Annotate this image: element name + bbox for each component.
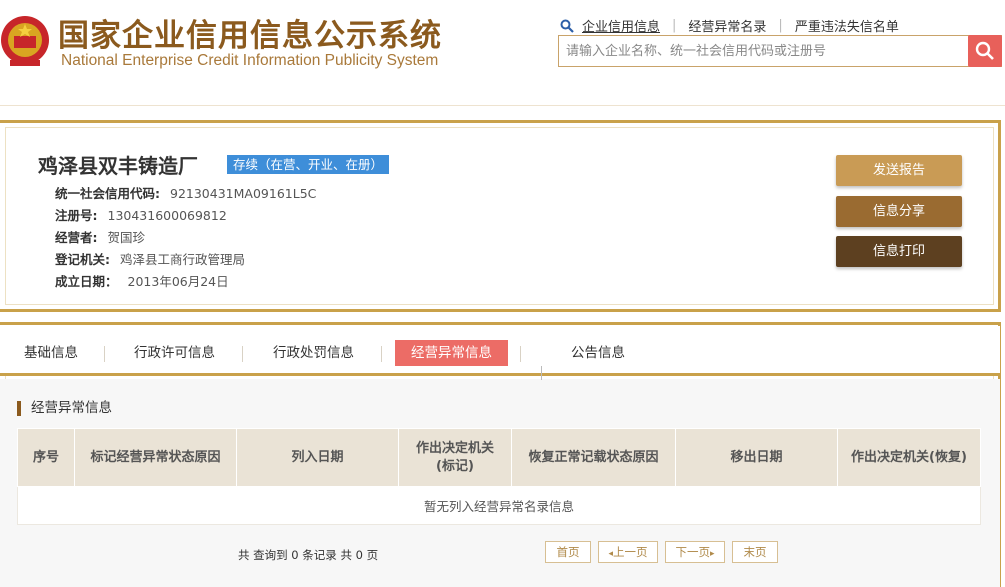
column-header-text: 作出决定机关(标记)	[415, 440, 494, 474]
section-title: 经营异常信息	[17, 401, 112, 416]
tab-announcement[interactable]: 公告信息	[571, 340, 625, 366]
share-info-button[interactable]: 信息分享	[836, 196, 962, 227]
last-page-button[interactable]: 末页	[732, 541, 778, 563]
site-title-cn: 国家企业信用信息公示系统	[58, 18, 442, 54]
info-value: 鸡泽县工商行政管理局	[120, 252, 246, 267]
search-type-links: 企业信用信息 | 经营异常名录 | 严重违法失信名单	[560, 16, 899, 35]
info-label: 经营者:	[55, 230, 98, 245]
table-header-row: 序号 标记经营异常状态原因 列入日期 作出决定机关(标记) 恢复正常记载状态原因…	[17, 428, 981, 487]
search-input[interactable]	[559, 36, 969, 66]
tab-separator	[242, 346, 243, 362]
info-label: 注册号:	[55, 208, 98, 223]
search-icon	[975, 41, 994, 60]
info-value: 贺国珍	[107, 230, 146, 245]
info-registration-authority: 登记机关: 鸡泽县工商行政管理局	[55, 249, 245, 268]
tab-separator	[381, 346, 382, 362]
first-page-button[interactable]: 首页	[545, 541, 591, 563]
tab-admin-license[interactable]: 行政许可信息	[134, 340, 215, 366]
search-icon	[560, 19, 574, 33]
next-page-button[interactable]: 下一页▸	[665, 541, 725, 563]
link-separator: |	[672, 18, 677, 33]
site-title-en: National Enterprise Credit Information P…	[61, 52, 439, 69]
next-page-label: 下一页	[675, 545, 710, 559]
company-name: 鸡泽县双丰铸造厂	[38, 154, 198, 178]
tab-indicator-line	[541, 366, 542, 380]
prev-page-label: 上一页	[613, 545, 648, 559]
column-header: 恢复正常记载状态原因	[511, 428, 676, 487]
link-abnormal-list[interactable]: 经营异常名录	[688, 16, 766, 35]
tab-admin-penalty[interactable]: 行政处罚信息	[273, 340, 354, 366]
status-badge: 存续（在营、开业、在册）	[227, 155, 390, 174]
link-enterprise-credit[interactable]: 企业信用信息	[582, 16, 660, 35]
link-serious-violation-list[interactable]: 严重违法失信名单	[795, 16, 899, 35]
info-establishment-date: 成立日期： 2013年06月24日	[55, 271, 229, 290]
national-emblem-icon	[1, 16, 49, 66]
column-header: 移出日期	[675, 428, 838, 487]
info-label: 统一社会信用代码:	[55, 186, 160, 201]
column-header: 标记经营异常状态原因	[74, 428, 237, 487]
info-label: 登记机关:	[55, 252, 110, 267]
search-box	[558, 35, 1002, 67]
column-header: 作出决定机关(恢复)	[837, 428, 981, 487]
column-header: 列入日期	[236, 428, 399, 487]
info-label: 成立日期：	[55, 274, 118, 289]
tab-separator	[104, 346, 105, 362]
link-separator: |	[778, 18, 783, 33]
info-value: 92130431MA09161L5C	[170, 186, 317, 201]
tab-separator	[520, 346, 521, 362]
column-header: 作出决定机关(标记)	[398, 428, 512, 487]
info-credit-code: 统一社会信用代码: 92130431MA09161L5C	[55, 183, 316, 202]
prev-page-button[interactable]: ◂上一页	[598, 541, 658, 563]
table-row: 暂无列入经营异常名录信息	[17, 486, 981, 525]
empty-table-message: 暂无列入经营异常名录信息	[17, 486, 981, 525]
send-report-button[interactable]: 发送报告	[836, 155, 962, 186]
search-button[interactable]	[968, 35, 1002, 67]
pager-summary: 共 查询到 0 条记录 共 0 页	[238, 548, 379, 562]
tab-abnormal-operation[interactable]: 经营异常信息	[395, 340, 508, 366]
chevron-right-icon: ▸	[709, 549, 715, 559]
info-operator: 经营者: 贺国珍	[55, 227, 145, 246]
site-header: 国家企业信用信息公示系统 National Enterprise Credit …	[0, 0, 1005, 106]
print-info-button[interactable]: 信息打印	[836, 236, 962, 267]
info-value: 2013年06月24日	[127, 274, 229, 289]
info-value: 130431600069812	[107, 208, 227, 223]
column-header: 序号	[17, 428, 75, 487]
tab-basic-info[interactable]: 基础信息	[24, 340, 78, 366]
abnormal-operation-table: 序号 标记经营异常状态原因 列入日期 作出决定机关(标记) 恢复正常记载状态原因…	[17, 428, 981, 525]
info-registration-number: 注册号: 130431600069812	[55, 205, 227, 224]
